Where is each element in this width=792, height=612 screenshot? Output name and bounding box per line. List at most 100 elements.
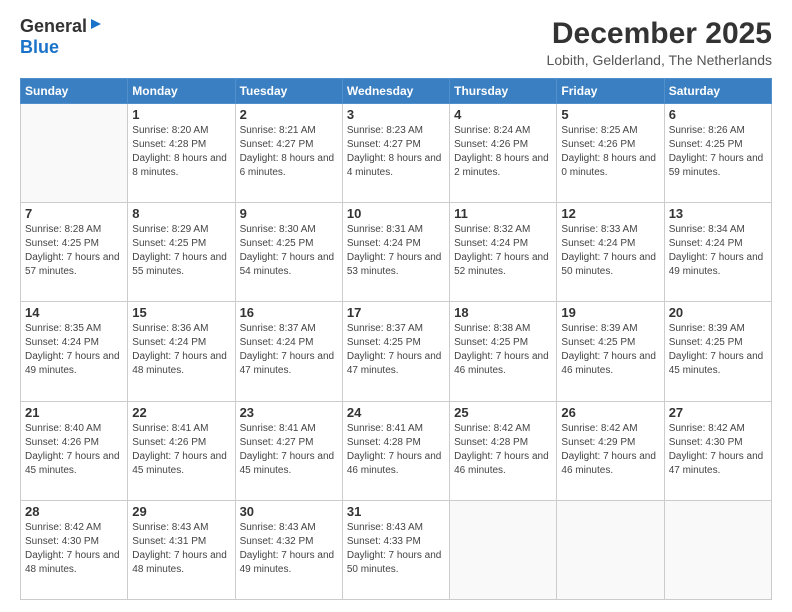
table-row (21, 104, 128, 203)
sunset-text: Sunset: 4:28 PM (347, 437, 421, 448)
day-info: Sunrise: 8:41 AM Sunset: 4:26 PM Daylight:… (132, 422, 230, 478)
calendar-table: Sunday Monday Tuesday Wednesday Thursday… (20, 78, 772, 600)
day-number: 22 (132, 405, 230, 420)
day-info: Sunrise: 8:39 AMSunset: 4:25 PMDaylight:… (561, 322, 659, 378)
col-tuesday: Tuesday (235, 79, 342, 104)
sunset-text: Sunset: 4:24 PM (454, 238, 528, 249)
day-info: Sunrise: 8:38 AMSunset: 4:25 PMDaylight:… (454, 322, 552, 378)
day-info: Sunrise: 8:42 AMSunset: 4:30 PMDaylight:… (25, 521, 123, 577)
table-row: 9Sunrise: 8:30 AMSunset: 4:25 PMDaylight… (235, 203, 342, 302)
daylight-text: Daylight: 7 hours and 47 minutes. (347, 351, 442, 376)
day-number: 4 (454, 107, 552, 122)
sunset-text: Sunset: 4:26 PM (561, 139, 635, 150)
table-row: 7Sunrise: 8:28 AMSunset: 4:25 PMDaylight… (21, 203, 128, 302)
sunrise-text: Sunrise: 8:43 AM (132, 522, 208, 533)
sunset-text: Sunset: 4:32 PM (240, 536, 314, 547)
daylight-text: Daylight: 8 hours and 2 minutes. (454, 153, 549, 178)
sunset-text: Sunset: 4:25 PM (347, 337, 421, 348)
col-saturday: Saturday (664, 79, 771, 104)
sunset-text: Sunset: 4:25 PM (669, 139, 743, 150)
sunrise-text: Sunrise: 8:26 AM (669, 125, 745, 136)
sunset-text: Sunset: 4:24 PM (240, 337, 314, 348)
day-info: Sunrise: 8:42 AMSunset: 4:29 PMDaylight:… (561, 422, 659, 478)
day-number: 13 (669, 206, 767, 221)
day-info: Sunrise: 8:25 AMSunset: 4:26 PMDaylight:… (561, 124, 659, 180)
table-row (664, 500, 771, 599)
day-info: Sunrise: 8:36 AM Sunset: 4:24 PM Daylight:… (132, 322, 230, 378)
day-number: 3 (347, 107, 445, 122)
sunrise-text: Sunrise: 8:38 AM (454, 323, 530, 334)
daylight-text: Daylight: 7 hours and 53 minutes. (347, 252, 442, 277)
daylight-text: Daylight: 7 hours and 46 minutes. (454, 451, 549, 476)
day-number: 1 (132, 107, 230, 122)
sunset-text: Sunset: 4:24 PM (132, 337, 206, 348)
day-info: Sunrise: 8:39 AM Sunset: 4:25 PM Daylight:… (669, 322, 767, 378)
sunset-text: Sunset: 4:26 PM (132, 437, 206, 448)
col-friday: Friday (557, 79, 664, 104)
logo-blue: Blue (20, 37, 59, 57)
table-row: 16Sunrise: 8:37 AMSunset: 4:24 PMDayligh… (235, 302, 342, 401)
daylight-text: Daylight: 7 hours and 49 minutes. (25, 351, 120, 376)
sunrise-text: Sunrise: 8:36 AM (132, 323, 208, 334)
sunrise-text: Sunrise: 8:30 AM (240, 224, 316, 235)
sunset-text: Sunset: 4:25 PM (669, 337, 743, 348)
logo-general: General (20, 16, 87, 37)
sunrise-text: Sunrise: 8:42 AM (25, 522, 101, 533)
day-info: Sunrise: 8:42 AM Sunset: 4:28 PM Daylight:… (454, 422, 552, 478)
sunrise-text: Sunrise: 8:33 AM (561, 224, 637, 235)
day-info: Sunrise: 8:35 AMSunset: 4:24 PMDaylight:… (25, 322, 123, 378)
daylight-text: Daylight: 7 hours and 57 minutes. (25, 252, 120, 277)
daylight-text: Daylight: 7 hours and 46 minutes. (561, 351, 656, 376)
daylight-text: Daylight: 7 hours and 48 minutes. (132, 351, 227, 376)
day-info: Sunrise: 8:21 AMSunset: 4:27 PMDaylight:… (240, 124, 338, 180)
day-info: Sunrise: 8:30 AMSunset: 4:25 PMDaylight:… (240, 223, 338, 279)
table-row: 24Sunrise: 8:41 AMSunset: 4:28 PMDayligh… (342, 401, 449, 500)
daylight-text: Daylight: 7 hours and 47 minutes. (240, 351, 335, 376)
sunset-text: Sunset: 4:27 PM (240, 139, 314, 150)
table-row: 29Sunrise: 8:43 AMSunset: 4:31 PMDayligh… (128, 500, 235, 599)
sunset-text: Sunset: 4:30 PM (25, 536, 99, 547)
table-row: 8Sunrise: 8:29 AMSunset: 4:25 PMDaylight… (128, 203, 235, 302)
day-number: 24 (347, 405, 445, 420)
day-number: 23 (240, 405, 338, 420)
sunset-text: Sunset: 4:24 PM (347, 238, 421, 249)
daylight-text: Daylight: 7 hours and 45 minutes. (132, 451, 227, 476)
day-info: Sunrise: 8:28 AM Sunset: 4:25 PM Daylight:… (25, 223, 123, 279)
daylight-text: Daylight: 7 hours and 46 minutes. (347, 451, 442, 476)
sunset-text: Sunset: 4:28 PM (454, 437, 528, 448)
sunset-text: Sunset: 4:29 PM (561, 437, 635, 448)
day-number: 12 (561, 206, 659, 221)
sunset-text: Sunset: 4:33 PM (347, 536, 421, 547)
daylight-text: Daylight: 7 hours and 49 minutes. (669, 252, 764, 277)
table-row: 19Sunrise: 8:39 AMSunset: 4:25 PMDayligh… (557, 302, 664, 401)
table-row: 30Sunrise: 8:43 AMSunset: 4:32 PMDayligh… (235, 500, 342, 599)
sunset-text: Sunset: 4:25 PM (25, 238, 99, 249)
table-row: 27Sunrise: 8:42 AMSunset: 4:30 PMDayligh… (664, 401, 771, 500)
sunset-text: Sunset: 4:25 PM (454, 337, 528, 348)
sunrise-text: Sunrise: 8:28 AM (25, 224, 101, 235)
sunset-text: Sunset: 4:24 PM (25, 337, 99, 348)
sunrise-text: Sunrise: 8:39 AM (669, 323, 745, 334)
sunrise-text: Sunrise: 8:41 AM (132, 423, 208, 434)
daylight-text: Daylight: 8 hours and 8 minutes. (132, 153, 227, 178)
daylight-text: Daylight: 7 hours and 50 minutes. (561, 252, 656, 277)
daylight-text: Daylight: 7 hours and 54 minutes. (240, 252, 335, 277)
day-info: Sunrise: 8:41 AMSunset: 4:27 PMDaylight:… (240, 422, 338, 478)
sunrise-text: Sunrise: 8:32 AM (454, 224, 530, 235)
sunset-text: Sunset: 4:31 PM (132, 536, 206, 547)
day-info: Sunrise: 8:23 AMSunset: 4:27 PMDaylight:… (347, 124, 445, 180)
table-row: 11Sunrise: 8:32 AMSunset: 4:24 PMDayligh… (450, 203, 557, 302)
daylight-text: Daylight: 7 hours and 45 minutes. (240, 451, 335, 476)
table-row: 23 Sunrise: 8:41 AMSunset: 4:27 PMDayligh… (235, 401, 342, 500)
calendar-title: December 2025 (547, 16, 772, 52)
col-sunday: Sunday (21, 79, 128, 104)
day-number: 14 (25, 305, 123, 320)
sunset-text: Sunset: 4:30 PM (669, 437, 743, 448)
sunset-text: Sunset: 4:24 PM (669, 238, 743, 249)
day-number: 5 (561, 107, 659, 122)
daylight-text: Daylight: 7 hours and 45 minutes. (669, 351, 764, 376)
daylight-text: Daylight: 7 hours and 49 minutes. (240, 550, 335, 575)
table-row: 3 Sunrise: 8:23 AMSunset: 4:27 PMDaylight… (342, 104, 449, 203)
sunrise-text: Sunrise: 8:29 AM (132, 224, 208, 235)
sunrise-text: Sunrise: 8:42 AM (454, 423, 530, 434)
